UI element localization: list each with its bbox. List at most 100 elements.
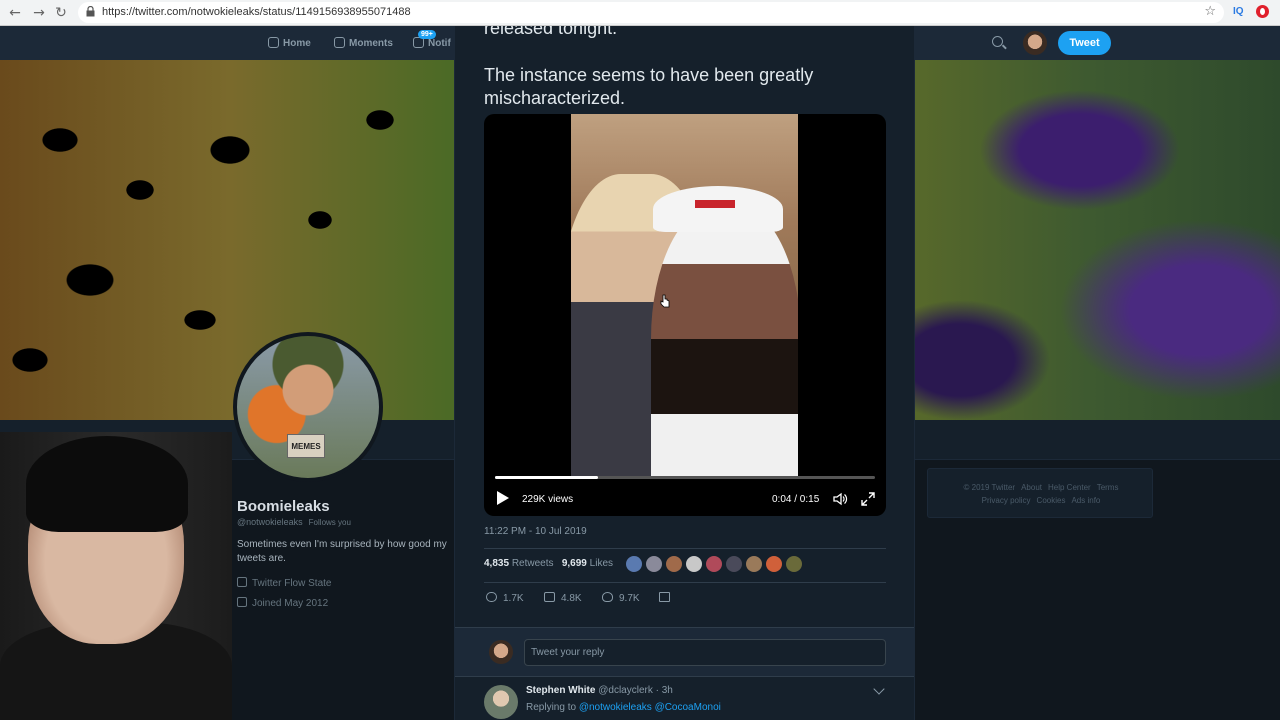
liker-avatar[interactable] — [786, 556, 802, 572]
liker-avatar[interactable] — [626, 556, 642, 572]
liker-avatar[interactable] — [686, 556, 702, 572]
divider — [484, 582, 886, 583]
lightning-icon — [334, 37, 345, 48]
profile-handle: @notwokieleaks — [237, 517, 303, 527]
likes-count[interactable]: 9,699 — [562, 558, 587, 569]
url-text: https://twitter.com/notwokieleaks/status… — [102, 6, 411, 18]
reply-author[interactable]: Stephen White @dclayclerk · 3h — [526, 685, 673, 696]
play-icon[interactable] — [497, 491, 509, 505]
retweet-count: 4.8K — [561, 593, 582, 604]
video-frame — [571, 114, 798, 476]
video-cap — [653, 186, 783, 232]
reply-author-handle: @dclayclerk — [598, 685, 653, 696]
divider — [484, 548, 886, 549]
replying-to: Replying to @notwokieleaks @CocoaMonoi — [526, 702, 721, 713]
reply-author-name: Stephen White — [526, 685, 596, 696]
opera-extension-icon[interactable] — [1256, 5, 1269, 18]
footer-link[interactable]: © 2019 Twitter — [964, 483, 1016, 492]
reply-icon — [486, 592, 497, 602]
avatar — [489, 640, 513, 664]
retweet-icon — [544, 592, 555, 602]
notifications-badge: 99+ — [418, 30, 436, 39]
footer-link[interactable]: About — [1021, 483, 1042, 492]
retweets-count[interactable]: 4,835 — [484, 558, 509, 569]
retweets-label: Retweets — [511, 558, 554, 569]
video-progress — [495, 476, 598, 479]
profile-handle-row: @notwokieleaks Follows you — [237, 517, 351, 527]
liker-avatar[interactable] — [726, 556, 742, 572]
profile-avatar[interactable]: MEMES — [233, 332, 383, 482]
reload-icon[interactable]: ↻ — [52, 4, 70, 22]
liker-avatars[interactable] — [626, 556, 806, 574]
video-views: 229K views — [522, 494, 574, 505]
footer-link[interactable]: Help Center — [1048, 483, 1091, 492]
footer-row-1: © 2019 Twitter About Help Center Terms — [928, 483, 1154, 492]
mention-link[interactable]: @CocoaMonoi — [655, 702, 721, 713]
search-icon[interactable] — [992, 36, 1003, 47]
tweet-text: The instance seems to have been greatly … — [484, 65, 814, 108]
liker-avatar[interactable] — [746, 556, 762, 572]
reply-input[interactable]: Tweet your reply — [524, 639, 886, 666]
reply-count: 1.7K — [503, 593, 524, 604]
avatar[interactable] — [484, 685, 518, 719]
nav-moments[interactable]: Moments — [334, 37, 393, 49]
nav-moments-label: Moments — [349, 38, 393, 49]
profile-location: Twitter Flow State — [237, 577, 331, 589]
liker-avatar[interactable] — [646, 556, 662, 572]
browser-toolbar: ← → ↻ https://twitter.com/notwokieleaks/… — [0, 0, 1280, 26]
nav-notifications-label: Notif — [428, 38, 451, 49]
profile-name[interactable]: Boomieleaks — [237, 498, 330, 515]
footer-link[interactable]: Ads info — [1071, 496, 1100, 505]
mention-link[interactable]: @notwokieleaks — [579, 702, 652, 713]
liker-avatar[interactable] — [706, 556, 722, 572]
home-icon — [268, 37, 279, 48]
video-time: 0:04 / 0:15 — [772, 494, 820, 505]
follows-you-badge: Follows you — [308, 518, 351, 527]
footer-link[interactable]: Cookies — [1037, 496, 1066, 505]
tweet-text-line: released tonight. — [484, 26, 618, 38]
profile-joined: Joined May 2012 — [237, 597, 328, 609]
mug-text: MEMES — [287, 434, 325, 458]
likes-label: Likes — [589, 558, 614, 569]
video-scrubber[interactable] — [495, 476, 875, 479]
profile-location-text: Twitter Flow State — [252, 578, 332, 589]
tweet-timestamp[interactable]: 11:22 PM - 10 Jul 2019 — [484, 526, 587, 537]
extension-iq-icon[interactable]: IQ — [1233, 6, 1244, 17]
footer-row-2: Privacy policy Cookies Ads info — [928, 496, 1154, 505]
like-count: 9.7K — [619, 593, 640, 604]
tweet-button[interactable]: Tweet — [1058, 31, 1111, 55]
heart-icon — [602, 592, 613, 602]
forward-arrow-icon[interactable]: → — [30, 4, 48, 22]
fullscreen-icon[interactable] — [860, 491, 876, 507]
envelope-icon — [659, 592, 670, 602]
profile-bio: Sometimes even I'm surprised by how good… — [237, 539, 447, 564]
like-action[interactable]: 9.7K — [602, 592, 640, 604]
reply-composer: Tweet your reply — [455, 627, 914, 677]
avatar[interactable] — [1023, 31, 1047, 55]
video-player[interactable]: 229K views 0:04 / 0:15 — [484, 114, 886, 516]
bookmark-star-icon[interactable]: ☆ — [1204, 4, 1216, 19]
reply-tweet[interactable]: Stephen White @dclayclerk · 3h Replying … — [455, 677, 914, 720]
back-arrow-icon[interactable]: ← — [6, 4, 24, 22]
lock-icon — [86, 6, 95, 17]
footer-link[interactable]: Terms — [1097, 483, 1119, 492]
profile-joined-text: Joined May 2012 — [252, 598, 329, 609]
nav-home-label: Home — [283, 38, 311, 49]
liker-avatar[interactable] — [766, 556, 782, 572]
webcam-overlay — [0, 432, 232, 720]
chevron-down-icon[interactable] — [873, 683, 885, 695]
webcam-beanie — [26, 436, 188, 532]
hand-cursor-icon — [660, 294, 670, 308]
volume-icon[interactable] — [832, 491, 848, 507]
footer-links: © 2019 Twitter About Help Center Terms Priv… — [927, 468, 1153, 518]
video-person-2 — [651, 204, 798, 476]
footer-link[interactable]: Privacy policy — [982, 496, 1031, 505]
message-action[interactable] — [659, 592, 676, 604]
calendar-icon — [237, 597, 247, 607]
location-pin-icon — [237, 577, 247, 587]
nav-home[interactable]: Home — [268, 37, 311, 49]
address-bar[interactable]: https://twitter.com/notwokieleaks/status… — [78, 2, 1224, 23]
retweet-action[interactable]: 4.8K — [544, 592, 582, 604]
reply-action[interactable]: 1.7K — [486, 592, 524, 604]
liker-avatar[interactable] — [666, 556, 682, 572]
